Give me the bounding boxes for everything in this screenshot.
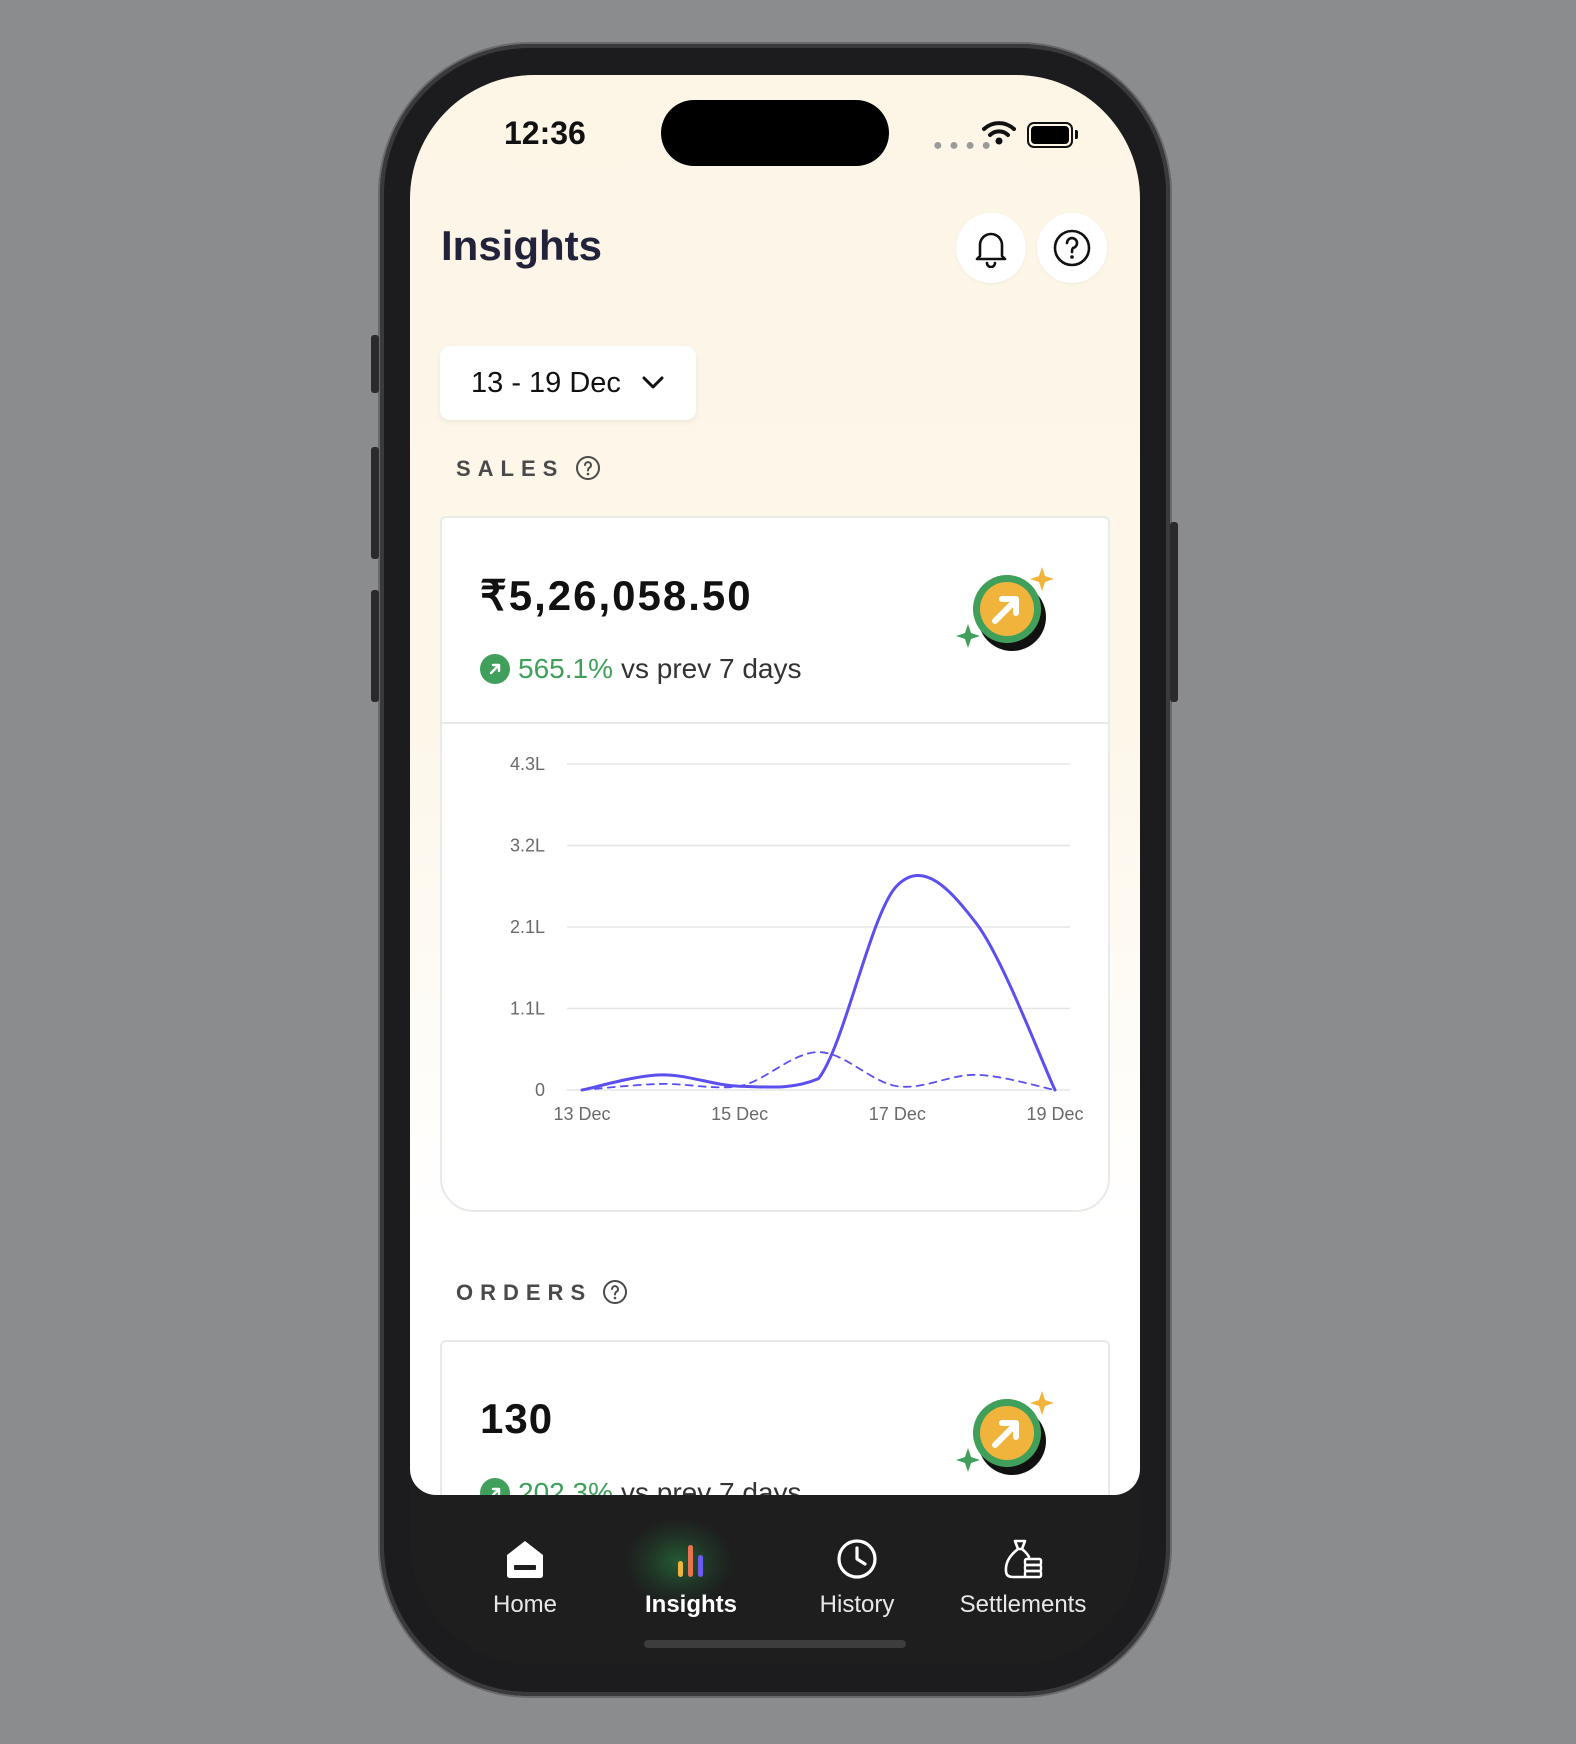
sales-help-icon[interactable] [575,455,601,481]
notifications-button[interactable] [956,213,1026,283]
volume-up-button [371,447,379,559]
tab-settlements-label: Settlements [959,1591,1087,1618]
date-range-label: 13 - 19 Dec [471,366,621,399]
previous-period-line [581,1051,1056,1091]
insights-icon [678,1545,703,1577]
history-icon [837,1539,877,1579]
y-tick-label: 3.2L [510,836,545,856]
orders-count: 130 [480,1395,554,1442]
battery-icon [1027,122,1078,148]
tab-history-label: History [819,1591,895,1618]
x-tick-label: 19 Dec [1026,1104,1083,1124]
sales-section-label: SALES [456,456,565,481]
tab-home[interactable]: Home [440,1537,610,1619]
date-range-dropdown[interactable]: 13 - 19 Dec [440,346,696,420]
orders-help-icon[interactable] [602,1279,628,1305]
orders-change-pct: 202.3% [518,1477,613,1495]
tab-insights[interactable]: Insights [606,1537,776,1619]
sales-change-pct: 565.1% [518,653,613,684]
growth-coin-icon [956,567,1054,651]
y-tick-label: 1.1L [510,999,545,1019]
current-period-line [580,873,1057,1092]
home-indicator [644,1640,906,1648]
trend-up-icon [480,654,510,684]
trend-up-icon [480,1478,510,1495]
sales-card[interactable]: ₹5,26,058.50 565.1% vs prev 7 days 4.3L 3… [440,516,1110,1212]
x-tick-label: 15 Dec [711,1104,768,1124]
settlements-icon [1004,1539,1043,1579]
help-button[interactable] [1037,213,1107,283]
sales-line-chart[interactable]: 4.3L 3.2L 2.1L 1.1L 0 13 Dec 15 Dec 17 Dec 19 De… [442,724,1108,1194]
chevron-down-icon [642,376,664,389]
dynamic-island [661,100,889,166]
power-button [1170,522,1178,702]
sales-change: 565.1% vs prev 7 days [480,653,802,685]
orders-change-suffix: vs prev 7 days [620,1477,802,1495]
sales-amount: ₹5,26,058.50 [480,572,753,619]
bell-icon [975,232,1007,268]
tab-insights-label: Insights [644,1591,737,1618]
tab-settlements[interactable]: Settlements [938,1537,1108,1619]
y-tick-label: 4.3L [510,754,545,774]
x-tick-label: 13 Dec [553,1104,610,1124]
volume-down-button [371,590,379,702]
orders-section-label: ORDERS [456,1280,593,1305]
question-circle-icon [1053,229,1091,267]
action-button [371,335,379,393]
y-tick-label: 2.1L [510,917,545,937]
status-time: 12:36 [504,115,586,151]
orders-card[interactable]: 130 202.3% vs prev 7 days [440,1340,1110,1495]
tab-history[interactable]: History [772,1537,942,1619]
sales-change-suffix: vs prev 7 days [620,653,802,684]
wifi-icon [982,121,1016,145]
growth-coin-icon [956,1391,1054,1475]
page-title: Insights [441,222,603,269]
x-tick-label: 17 Dec [869,1104,926,1124]
insights-content[interactable]: 12:36 ● ● ● ● Insights 13 - 19 Dec SALES… [410,75,1140,1495]
screen: 12:36 ● ● ● ● Insights 13 - 19 Dec SALES… [410,75,1140,1665]
home-icon [507,1541,543,1578]
tab-home-label: Home [492,1591,558,1618]
y-tick-label: 0 [535,1080,545,1100]
orders-change: 202.3% vs prev 7 days [480,1477,802,1495]
